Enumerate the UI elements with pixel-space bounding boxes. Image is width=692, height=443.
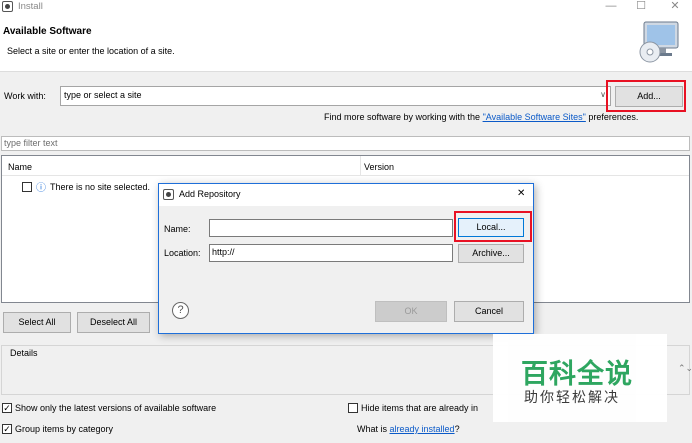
ok-button: OK: [375, 301, 447, 322]
filter-input[interactable]: type filter text: [1, 136, 690, 151]
column-separator[interactable]: [360, 156, 361, 176]
available-software-sites-link[interactable]: "Available Software Sites": [483, 112, 586, 122]
group-by-category-checkbox[interactable]: [2, 424, 12, 434]
watermark-logo: 百科全说 助你轻松解决: [493, 334, 667, 422]
column-name[interactable]: Name: [8, 162, 32, 172]
name-input[interactable]: [209, 219, 453, 237]
watermark-sub-text: 助你轻松解决: [524, 389, 620, 405]
find-more-prefix: Find more software by working with the: [324, 112, 483, 122]
archive-button[interactable]: Archive...: [458, 244, 524, 263]
close-button[interactable]: ✕: [660, 0, 690, 14]
already-installed-prefix: What is: [357, 424, 390, 434]
select-all-button[interactable]: Select All: [3, 312, 71, 333]
maximize-button[interactable]: ☐: [626, 0, 656, 14]
work-with-value: type or select a site: [64, 90, 142, 100]
details-spinner-icon[interactable]: ⌃⌄: [678, 363, 692, 374]
tree-header: Name Version: [2, 156, 689, 176]
latest-versions-label: Show only the latest versions of availab…: [15, 403, 217, 413]
already-installed-suffix: ?: [454, 424, 460, 434]
window-title: Install: [18, 1, 43, 12]
dialog-close-icon[interactable]: ✕: [517, 188, 525, 199]
details-label: Details: [8, 348, 40, 358]
add-button[interactable]: Add...: [615, 86, 683, 107]
already-installed-text: What is already installed?: [357, 424, 460, 434]
dialog-title: Add Repository: [179, 189, 241, 199]
minimize-button[interactable]: —: [596, 0, 626, 14]
option-group-by-category[interactable]: Group items by category: [2, 424, 113, 434]
option-hide-installed[interactable]: Hide items that are already in: [348, 403, 478, 413]
find-more-text: Find more software by working with the "…: [324, 112, 638, 122]
local-button[interactable]: Local...: [458, 218, 524, 237]
watermark-main-text: 百科全说: [521, 359, 633, 389]
page-title: Available Software: [3, 26, 92, 37]
tree-row[interactable]: ⓘ There is no site selected.: [22, 179, 150, 194]
location-input[interactable]: http://: [209, 244, 453, 262]
wizard-header: Available Software Select a site or ente…: [0, 14, 692, 72]
dialog-titlebar: Add Repository ✕: [159, 184, 533, 206]
install-software-icon: [639, 21, 679, 63]
already-installed-link[interactable]: already installed: [390, 424, 455, 434]
work-with-label: Work with:: [4, 91, 46, 101]
option-latest-versions[interactable]: Show only the latest versions of availab…: [2, 403, 216, 413]
cancel-button[interactable]: Cancel: [454, 301, 524, 322]
row-checkbox[interactable]: [22, 181, 32, 192]
dialog-app-icon: [163, 189, 174, 200]
help-icon[interactable]: ?: [172, 302, 189, 319]
row-text: There is no site selected.: [50, 181, 151, 192]
group-by-category-label: Group items by category: [15, 424, 114, 434]
find-more-suffix: preferences.: [585, 112, 639, 122]
info-icon: ⓘ: [36, 183, 46, 194]
page-description: Select a site or enter the location of a…: [7, 46, 175, 56]
window-titlebar: [0, 0, 692, 14]
latest-versions-checkbox[interactable]: [2, 403, 12, 413]
location-label: Location:: [164, 248, 201, 258]
add-repository-dialog: Add Repository ✕ Name: Location: http://…: [158, 183, 534, 334]
hide-installed-label: Hide items that are already in: [361, 403, 479, 413]
work-with-combo[interactable]: type or select a site ∨: [60, 86, 611, 106]
eclipse-app-icon: [2, 1, 13, 12]
hide-installed-checkbox[interactable]: [348, 403, 358, 413]
filter-placeholder: type filter text: [4, 138, 58, 148]
name-label: Name:: [164, 224, 191, 234]
column-version[interactable]: Version: [364, 162, 394, 172]
deselect-all-button[interactable]: Deselect All: [77, 312, 150, 333]
